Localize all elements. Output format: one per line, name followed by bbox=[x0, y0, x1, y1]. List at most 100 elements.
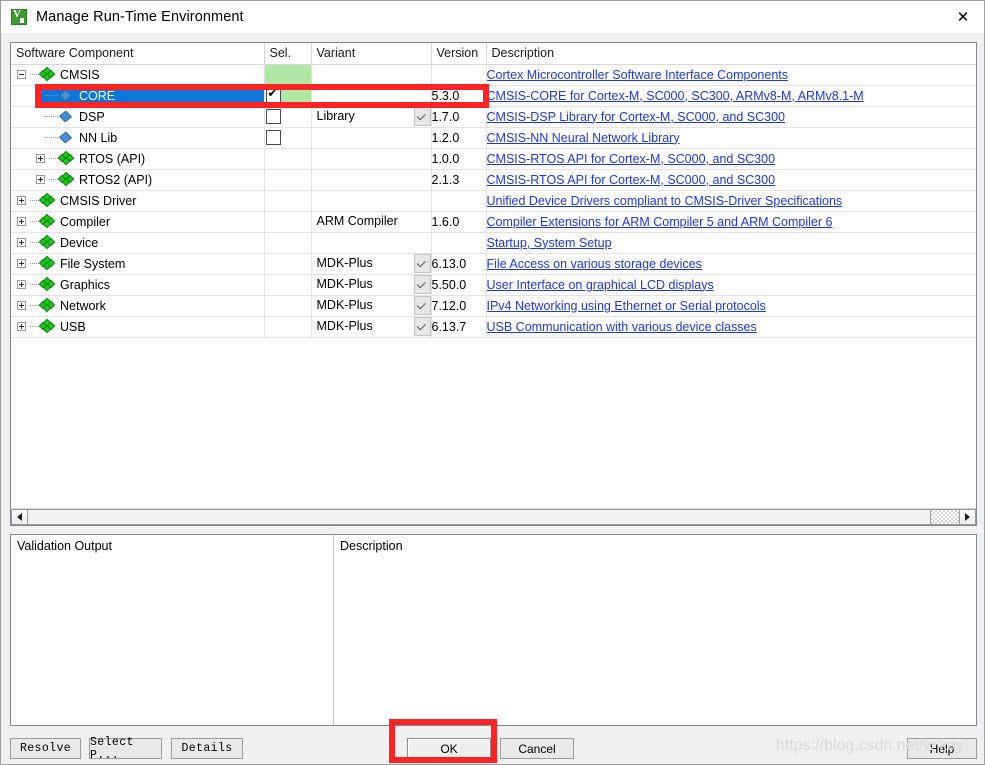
cell-variant[interactable]: MDK-Plus bbox=[311, 316, 432, 338]
column-header-variant[interactable]: Variant bbox=[311, 43, 432, 65]
description-link[interactable]: CMSIS-CORE for Cortex-M, SC000, SC300, A… bbox=[487, 89, 864, 103]
description-link[interactable]: Compiler Extensions for ARM Compiler 5 a… bbox=[487, 215, 833, 229]
cell-variant[interactable] bbox=[311, 190, 432, 212]
resolve-button[interactable]: Resolve bbox=[10, 738, 81, 759]
cell-variant[interactable] bbox=[311, 64, 432, 86]
column-header-version[interactable]: Version bbox=[431, 43, 487, 65]
cell-variant[interactable] bbox=[311, 85, 432, 107]
column-header-sel[interactable]: Sel. bbox=[264, 43, 312, 65]
description-link[interactable]: CMSIS-RTOS API for Cortex-M, SC000, and … bbox=[487, 173, 776, 187]
table-row[interactable]: Compiler ARM Compiler 1.6.0 Compiler Extens… bbox=[11, 211, 976, 233]
description-link[interactable]: File Access on various storage devices bbox=[487, 257, 702, 271]
cell-software-component[interactable]: CMSIS Driver bbox=[11, 190, 265, 212]
scroll-right-arrow-icon[interactable] bbox=[959, 509, 976, 525]
cell-sel[interactable] bbox=[264, 127, 312, 149]
expand-icon[interactable] bbox=[17, 238, 26, 247]
description-link[interactable]: CMSIS-NN Neural Network Library bbox=[487, 131, 680, 145]
cell-software-component[interactable]: File System bbox=[11, 253, 265, 275]
ok-button[interactable]: OK bbox=[407, 738, 491, 759]
description-link[interactable]: IPv4 Networking using Ethernet or Serial… bbox=[487, 299, 766, 313]
cell-sel[interactable] bbox=[264, 232, 312, 254]
table-row[interactable]: Device Startup, System Setup bbox=[11, 232, 976, 254]
chevron-down-icon[interactable] bbox=[413, 253, 430, 273]
cell-software-component[interactable]: NN Lib bbox=[11, 127, 265, 149]
close-icon[interactable]: ✕ bbox=[940, 1, 984, 32]
cell-sel[interactable] bbox=[264, 274, 312, 296]
cell-sel[interactable] bbox=[264, 316, 312, 338]
expand-icon[interactable] bbox=[17, 301, 26, 310]
cancel-button[interactable]: Cancel bbox=[500, 738, 574, 759]
cell-software-component[interactable]: Compiler bbox=[11, 211, 265, 233]
expand-icon[interactable] bbox=[17, 322, 26, 331]
cell-variant[interactable] bbox=[311, 232, 432, 254]
description-link[interactable]: Cortex Microcontroller Software Interfac… bbox=[487, 68, 789, 82]
cell-sel[interactable] bbox=[264, 169, 312, 191]
cell-software-component[interactable]: DSP bbox=[11, 106, 265, 128]
description-link[interactable]: User Interface on graphical LCD displays bbox=[487, 278, 714, 292]
cell-sel[interactable] bbox=[264, 106, 312, 128]
description-link[interactable]: Startup, System Setup bbox=[487, 236, 612, 250]
cell-software-component[interactable]: CMSIS bbox=[11, 64, 265, 86]
cell-sel[interactable] bbox=[264, 295, 312, 317]
column-header-description[interactable]: Description bbox=[486, 43, 976, 65]
cell-variant[interactable]: ARM Compiler bbox=[311, 211, 432, 233]
table-row[interactable]: RTOS2 (API) 2.1.3 CMSIS-RTOS API for Corte… bbox=[11, 169, 976, 191]
cell-sel[interactable] bbox=[264, 190, 312, 212]
cell-sel[interactable] bbox=[264, 148, 312, 170]
cell-software-component[interactable]: RTOS (API) bbox=[11, 148, 265, 170]
description-link[interactable]: CMSIS-RTOS API for Cortex-M, SC000, and … bbox=[487, 152, 776, 166]
collapse-icon[interactable] bbox=[17, 70, 26, 79]
horizontal-scrollbar[interactable] bbox=[11, 508, 976, 525]
cell-software-component[interactable]: Network bbox=[11, 295, 265, 317]
help-button[interactable]: Help bbox=[907, 738, 977, 759]
description-link[interactable]: Unified Device Drivers compliant to CMSI… bbox=[487, 194, 843, 208]
cell-sel[interactable] bbox=[264, 64, 312, 86]
table-row[interactable]: USB MDK-Plus 6.13.7 USB Communication with … bbox=[11, 316, 976, 338]
expand-icon[interactable] bbox=[36, 175, 45, 184]
description-link[interactable]: CMSIS-DSP Library for Cortex-M, SC000, a… bbox=[487, 110, 786, 124]
component-select-checkbox[interactable] bbox=[265, 108, 281, 124]
component-select-checkbox[interactable] bbox=[265, 86, 281, 103]
expand-icon[interactable] bbox=[17, 280, 26, 289]
chevron-down-icon[interactable] bbox=[413, 316, 430, 336]
cell-software-component[interactable]: Device bbox=[11, 232, 265, 254]
cell-sel[interactable] bbox=[264, 211, 312, 233]
chevron-down-icon[interactable] bbox=[413, 295, 430, 315]
cell-sel[interactable] bbox=[264, 253, 312, 275]
table-row[interactable]: Network MDK-Plus 7.12.0 IPv4 Networking usi… bbox=[11, 295, 976, 317]
horizontal-scroll-track[interactable] bbox=[931, 509, 959, 525]
expand-icon[interactable] bbox=[36, 154, 45, 163]
chevron-down-icon[interactable] bbox=[413, 106, 430, 126]
expand-icon[interactable] bbox=[17, 217, 26, 226]
cell-variant[interactable]: MDK-Plus bbox=[311, 253, 432, 275]
description-link[interactable]: USB Communication with various device cl… bbox=[487, 320, 757, 334]
component-select-checkbox[interactable] bbox=[265, 129, 281, 145]
cell-variant[interactable] bbox=[311, 148, 432, 170]
cell-software-component[interactable]: CORE bbox=[11, 85, 265, 107]
cell-variant[interactable] bbox=[311, 169, 432, 191]
expand-icon[interactable] bbox=[17, 259, 26, 268]
cell-sel[interactable] bbox=[264, 85, 312, 107]
column-header-software-component[interactable]: Software Component bbox=[11, 43, 265, 65]
cell-software-component[interactable]: Graphics bbox=[11, 274, 265, 296]
table-row[interactable]: CMSIS Cortex Microcontroller Software Int… bbox=[11, 64, 976, 86]
table-row[interactable]: NN Lib 1.2.0 CMSIS-NN Neural Network Libra… bbox=[11, 127, 976, 149]
cell-software-component[interactable]: USB bbox=[11, 316, 265, 338]
table-row[interactable]: CMSIS Driver Unified Device Drivers compl… bbox=[11, 190, 976, 212]
expand-icon[interactable] bbox=[17, 196, 26, 205]
cell-variant[interactable]: MDK-Plus bbox=[311, 274, 432, 296]
table-row[interactable]: CORE 5.3.0CMSIS-CORE for Cortex-M, SC000,… bbox=[11, 85, 976, 107]
chevron-down-icon[interactable] bbox=[413, 274, 430, 294]
cell-variant[interactable]: MDK-Plus bbox=[311, 295, 432, 317]
table-row[interactable]: DSP Library 1.7.0 CMSIS-DSP Library for Cor… bbox=[11, 106, 976, 128]
scroll-left-arrow-icon[interactable] bbox=[11, 509, 28, 525]
table-row[interactable]: File System MDK-Plus 6.13.0 File Access on … bbox=[11, 253, 976, 275]
select-packs-button[interactable]: Select P... bbox=[89, 736, 162, 762]
horizontal-scroll-thumb[interactable] bbox=[28, 509, 931, 525]
cell-software-component[interactable]: RTOS2 (API) bbox=[11, 169, 265, 191]
cell-variant[interactable]: Library bbox=[311, 106, 432, 128]
details-button[interactable]: Details bbox=[171, 738, 243, 759]
table-row[interactable]: Graphics MDK-Plus 5.50.0 User Interface on … bbox=[11, 274, 976, 296]
table-row[interactable]: RTOS (API) 1.0.0 CMSIS-RTOS API for Cortex… bbox=[11, 148, 976, 170]
cell-variant[interactable] bbox=[311, 127, 432, 149]
